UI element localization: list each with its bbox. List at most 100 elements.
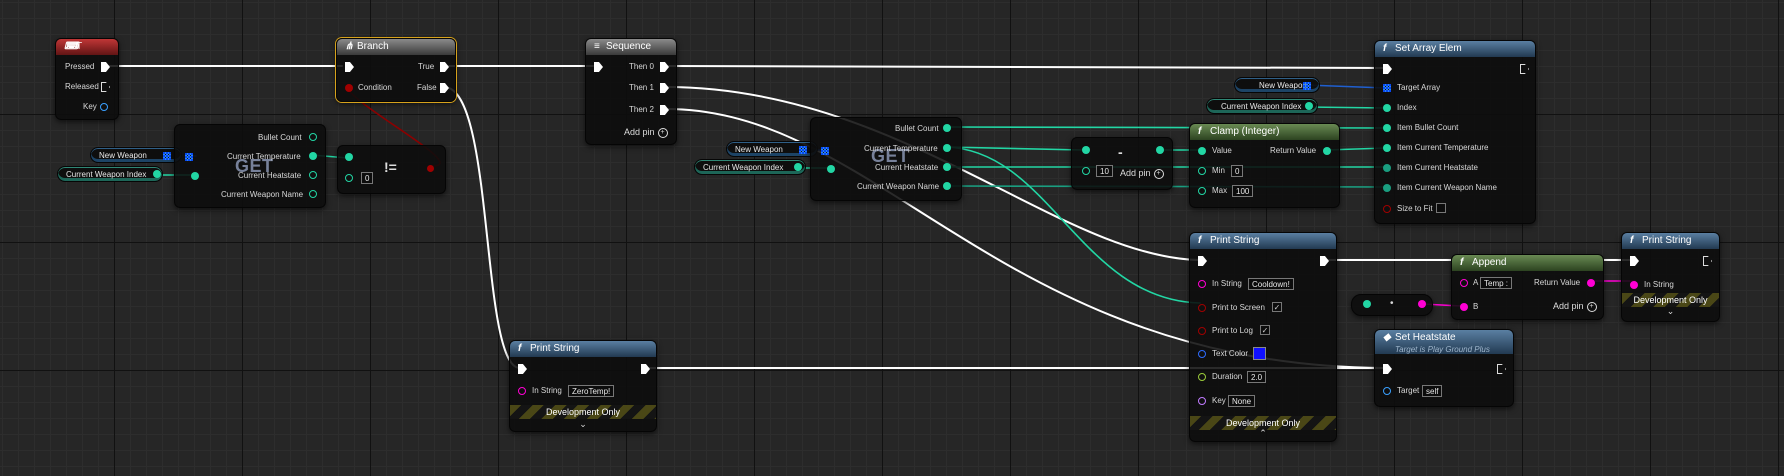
current-weapon-index-variable-3[interactable]: Current Weapon Index (1206, 98, 1318, 114)
new-weapon-variable-3[interactable]: New Weapon (1234, 77, 1320, 93)
a-int-pin[interactable] (345, 153, 353, 161)
value-int-pin[interactable] (1198, 147, 1206, 155)
a-int-pin[interactable] (1082, 146, 1090, 154)
target-value-box[interactable]: self (1422, 385, 1443, 397)
not-equal-node[interactable]: 0 != (337, 145, 446, 194)
b-value-box[interactable]: 0 (361, 172, 374, 184)
print-string-node-2[interactable]: f Print String In String Cooldown! Print … (1189, 232, 1337, 442)
target-pin[interactable] (1383, 387, 1391, 395)
sequence-node[interactable]: ≡ Sequence Then 0 Then 1 Then 2 Add pin + (585, 38, 677, 145)
exec-out-pin[interactable] (1520, 64, 1529, 74)
index-int-pin[interactable] (1305, 102, 1313, 110)
item-current-heatstate-pin[interactable] (1383, 164, 1391, 172)
set-array-elem-node[interactable]: f Set Array Elem Target Array Index Item … (1374, 40, 1536, 224)
set-heatstate-node[interactable]: ◆ Set Heatstate Target is Play Ground Plus… (1374, 329, 1514, 407)
item-current-temperature-pin[interactable] (1383, 144, 1391, 152)
item-bullet-count-pin[interactable] (1383, 124, 1391, 132)
print-to-log-pin[interactable] (1198, 327, 1206, 335)
then0-exec-pin[interactable] (660, 62, 669, 72)
exec-in-pin[interactable] (1630, 256, 1639, 266)
current-temperature-pin[interactable] (309, 152, 317, 160)
print-to-log-checkbox[interactable]: ✓ (1260, 325, 1270, 335)
then1-exec-pin[interactable] (660, 83, 669, 93)
print-to-screen-pin[interactable] (1198, 304, 1206, 312)
index-int-pin[interactable] (153, 170, 161, 178)
b-int-pin[interactable] (345, 174, 353, 182)
key-name-pin[interactable] (1198, 397, 1206, 405)
array-get-node-1[interactable]: GET Bullet Count Current Temperature Cur… (174, 124, 326, 208)
append-node[interactable]: f Append A Temp : B Return Value Add pin + (1451, 254, 1604, 320)
min-int-pin[interactable] (1198, 167, 1206, 175)
key-value-box[interactable]: None (1228, 395, 1256, 407)
a-value-box[interactable]: Temp : (1480, 277, 1513, 289)
current-weapon-index-variable-1[interactable]: Current Weapon Index (57, 166, 163, 182)
max-int-pin[interactable] (1198, 187, 1206, 195)
clamp-integer-node[interactable]: f Clamp (Integer) Value Min 0 Max 100 Ret… (1189, 123, 1340, 208)
duration-pin[interactable] (1198, 373, 1206, 381)
exec-in-pin[interactable] (1383, 64, 1392, 74)
exec-out-pin[interactable] (1703, 256, 1712, 266)
add-pin-button[interactable]: Add pin + (624, 127, 668, 138)
index-in-pin[interactable] (191, 172, 199, 180)
return-bool-pin[interactable] (427, 165, 434, 172)
condition-bool-pin[interactable] (345, 84, 353, 92)
add-pin-button[interactable]: Add pin + (1120, 168, 1164, 179)
array-get-node-2[interactable]: GET Bullet Count Current Temperature Cur… (810, 117, 962, 201)
in-string-pin[interactable] (1630, 281, 1638, 289)
exec-out-pin[interactable] (641, 364, 650, 374)
current-temperature-pin[interactable] (943, 144, 951, 152)
current-weapon-name-pin[interactable] (943, 182, 951, 190)
key-struct-pin[interactable] (100, 103, 108, 111)
in-string-value-box[interactable]: Cooldown! (1248, 278, 1294, 290)
exec-out-pin[interactable] (1497, 364, 1506, 374)
new-weapon-variable-1[interactable]: New Weapon (90, 147, 182, 163)
new-weapon-variable-2[interactable]: New Weapon (726, 141, 818, 157)
current-heatstate-pin[interactable] (943, 163, 951, 171)
return-int-pin[interactable] (1323, 147, 1331, 155)
index-int-pin[interactable] (1383, 104, 1391, 112)
b-string-pin[interactable] (1460, 303, 1468, 311)
return-int-pin[interactable] (1156, 146, 1164, 154)
text-color-pin[interactable] (1198, 350, 1206, 358)
add-pin-button[interactable]: Add pin + (1553, 301, 1597, 312)
return-string-pin[interactable] (1587, 279, 1595, 287)
false-exec-pin[interactable] (440, 83, 449, 93)
array-in-pin[interactable] (185, 153, 193, 161)
current-weapon-name-pin[interactable] (309, 190, 317, 198)
print-string-node-1[interactable]: f Print String In String ZeroTemp! Develo… (509, 340, 657, 432)
pressed-exec-pin[interactable] (101, 62, 110, 72)
print-string-node-3[interactable]: f Print String In String Development Only… (1621, 232, 1720, 322)
int-in-pin[interactable] (1363, 300, 1371, 308)
target-array-pin[interactable] (1383, 84, 1391, 92)
in-string-pin[interactable] (1198, 280, 1206, 288)
chevron-down-icon[interactable]: ⌄ (510, 419, 656, 430)
in-string-value-box[interactable]: ZeroTemp! (568, 385, 615, 397)
a-string-pin[interactable] (1460, 279, 1468, 287)
sequence-exec-in-pin[interactable] (594, 62, 603, 72)
print-to-screen-checkbox[interactable]: ✓ (1272, 302, 1282, 312)
bullet-count-pin[interactable] (943, 124, 951, 132)
b-value-box[interactable]: 10 (1096, 165, 1113, 177)
array-in-pin[interactable] (821, 147, 829, 155)
exec-in-pin[interactable] (1383, 364, 1392, 374)
size-to-fit-pin[interactable] (1383, 205, 1391, 213)
index-in-pin[interactable] (827, 165, 835, 173)
bullet-count-pin[interactable] (309, 133, 317, 141)
true-exec-pin[interactable] (440, 62, 449, 72)
max-value-box[interactable]: 100 (1232, 185, 1254, 197)
exec-in-pin[interactable] (1198, 256, 1207, 266)
chevron-down-icon[interactable]: ⌄ (1622, 306, 1719, 317)
subtract-node[interactable]: 10 - Add pin + (1071, 137, 1173, 190)
b-int-pin[interactable] (1082, 167, 1090, 175)
size-to-fit-checkbox[interactable] (1436, 203, 1446, 213)
string-out-pin[interactable] (1418, 300, 1426, 308)
item-current-weapon-name-pin[interactable] (1383, 184, 1391, 192)
current-weapon-index-variable-2[interactable]: Current Weapon Index (694, 159, 806, 175)
key-t-event-node[interactable]: ⌨T Pressed Released Key (55, 38, 119, 120)
min-value-box[interactable]: 0 (1231, 165, 1244, 177)
exec-out-pin[interactable] (1320, 256, 1329, 266)
current-heatstate-pin[interactable] (309, 171, 317, 179)
index-int-pin[interactable] (794, 163, 802, 171)
duration-value-box[interactable]: 2.0 (1247, 371, 1267, 383)
released-exec-pin[interactable] (101, 82, 110, 92)
